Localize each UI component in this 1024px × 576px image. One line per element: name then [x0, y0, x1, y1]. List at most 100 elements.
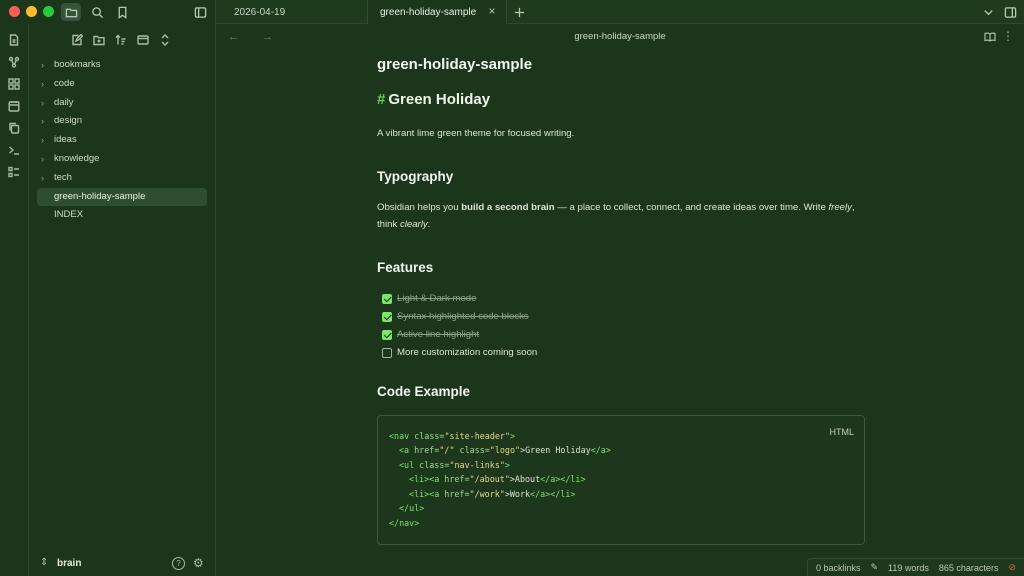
task-list: Light & Dark mode Syntax highlighted code… — [377, 290, 867, 362]
text-run: Obsidian helps you — [377, 201, 462, 213]
code-token: </a> — [590, 445, 611, 456]
auto-reveal-icon[interactable] — [135, 32, 150, 47]
code-token: >Work — [504, 488, 531, 499]
code-token: <nav — [389, 430, 410, 441]
code-token: href= — [439, 488, 470, 499]
chevron-right-icon[interactable]: › — [41, 150, 44, 169]
vault-name[interactable]: brain — [57, 558, 81, 569]
bookmark-icon[interactable] — [112, 3, 132, 21]
code-token: class= — [409, 430, 445, 441]
close-tab-icon[interactable]: × — [486, 5, 498, 17]
chevron-right-icon[interactable]: › — [41, 94, 44, 113]
title-bar: 2026-04-19 green-holiday-sample × — [0, 0, 1024, 24]
chevron-right-icon[interactable]: › — [41, 169, 44, 188]
bold-text: build a second brain — [461, 201, 555, 213]
folder-item[interactable]: › bookmarks — [37, 56, 207, 75]
tree-item-label: knowledge — [54, 152, 100, 164]
code-token: </ul> — [399, 503, 425, 514]
chevron-right-icon[interactable]: › — [41, 112, 44, 131]
calendar-icon[interactable] — [6, 98, 22, 114]
settings-gear-icon[interactable]: ⚙ — [193, 556, 204, 570]
new-folder-icon[interactable] — [91, 32, 106, 47]
folder-item[interactable]: › daily — [37, 94, 207, 113]
code-token: href= — [409, 445, 440, 456]
terminal-icon[interactable] — [6, 142, 22, 158]
checked-checkbox[interactable] — [382, 329, 392, 340]
open-file-icon[interactable] — [6, 32, 22, 48]
tree-item-label: code — [54, 77, 75, 89]
chevron-right-icon[interactable]: › — [41, 131, 44, 150]
new-note-icon[interactable] — [69, 32, 84, 47]
file-item[interactable]: INDEX — [37, 206, 207, 225]
task-text: More customization coming soon — [397, 346, 538, 358]
sort-icon[interactable] — [113, 32, 128, 47]
folder-icon[interactable] — [61, 3, 81, 21]
file-item[interactable]: green-holiday-sample — [37, 187, 207, 207]
heading-code-example: Code Example — [377, 383, 471, 399]
typography-paragraph: Obsidian helps you build a second brain … — [377, 199, 867, 234]
task-text: Active line highlight — [397, 328, 480, 340]
heading-text: Green Holiday — [388, 91, 491, 108]
code-line: <a href="/" class="logo">Green Holiday</… — [389, 443, 853, 458]
window-controls — [9, 6, 54, 17]
text-run: . — [427, 219, 431, 230]
sync-status-icon[interactable]: ⊘ — [1008, 562, 1016, 573]
folder-item[interactable]: › design — [37, 112, 207, 131]
backlinks-count[interactable]: 0 backlinks — [816, 563, 861, 573]
chevron-right-icon[interactable]: › — [41, 75, 44, 94]
file-explorer: › bookmarks › code › daily › design › ideas › knowl… — [29, 24, 216, 576]
code-token: "/" — [439, 445, 455, 456]
code-token: "nav-links" — [449, 459, 505, 470]
inline-title[interactable]: green-holiday-sample — [377, 56, 867, 73]
folder-item[interactable]: › code — [37, 75, 207, 94]
tree-item-label: design — [54, 115, 82, 127]
code-token: <li><a — [409, 474, 440, 485]
code-block[interactable]: HTML <nav class="site-header"> <a href="… — [377, 414, 865, 545]
help-icon[interactable]: ? — [172, 557, 185, 570]
tree-item-label: tech — [54, 171, 72, 183]
copy-icon[interactable] — [6, 120, 22, 136]
view-header-title[interactable]: green-holiday-sample — [216, 31, 1024, 42]
grid-icon[interactable] — [6, 76, 22, 92]
heading-hash: # — [377, 91, 386, 108]
status-bar: 0 backlinks ✎ 119 words 865 characters ⊘ — [806, 558, 1024, 576]
new-tab-icon[interactable] — [509, 3, 529, 21]
folder-item[interactable]: › ideas — [37, 131, 207, 150]
search-icon[interactable] — [87, 3, 107, 21]
checked-checkbox[interactable] — [382, 293, 392, 304]
checked-checkbox[interactable] — [382, 311, 392, 322]
more-options-icon[interactable]: ⋮ — [1002, 29, 1014, 43]
tab-list-chevron-icon[interactable] — [978, 3, 998, 21]
tree-item-label: daily — [54, 96, 74, 108]
code-token: href= — [439, 474, 470, 485]
close-window-button[interactable] — [9, 6, 20, 17]
list-icon[interactable] — [6, 164, 22, 180]
graph-icon[interactable] — [6, 54, 22, 70]
folder-item[interactable]: › knowledge — [37, 150, 207, 169]
document: green-holiday-sample # Green Holiday A vi… — [377, 56, 867, 545]
tree-item-label: green-holiday-sample — [54, 190, 146, 202]
unchecked-checkbox[interactable] — [382, 347, 392, 358]
code-token: > — [504, 459, 510, 470]
tab-green-holiday-sample[interactable]: green-holiday-sample × — [367, 0, 507, 24]
minimize-window-button[interactable] — [26, 6, 37, 17]
tab-2026-04-19[interactable]: 2026-04-19 — [222, 0, 368, 24]
code-token: </a></li> — [530, 488, 576, 499]
code-line: </nav> — [389, 516, 853, 531]
folder-item[interactable]: › tech — [37, 169, 207, 188]
maximize-window-button[interactable] — [43, 6, 54, 17]
code-token: > — [510, 430, 516, 441]
code-token: <li><a — [409, 488, 440, 499]
character-count: 865 characters — [938, 562, 999, 573]
vault-switch-icon[interactable]: ⇕ — [40, 557, 48, 568]
code-line: <nav class="site-header"> — [389, 429, 853, 444]
toggle-right-sidebar-icon[interactable] — [1000, 3, 1020, 21]
code-line: </ul> — [389, 501, 853, 516]
reading-view-book-icon[interactable] — [984, 31, 996, 43]
edit-mode-pencil-icon[interactable]: ✎ — [871, 562, 879, 573]
collapse-all-icon[interactable] — [157, 32, 172, 47]
word-count: 119 words — [888, 562, 929, 573]
toggle-sidebar-icon[interactable] — [190, 3, 210, 21]
chevron-right-icon[interactable]: › — [41, 56, 44, 75]
code-token: "/about" — [469, 474, 510, 485]
